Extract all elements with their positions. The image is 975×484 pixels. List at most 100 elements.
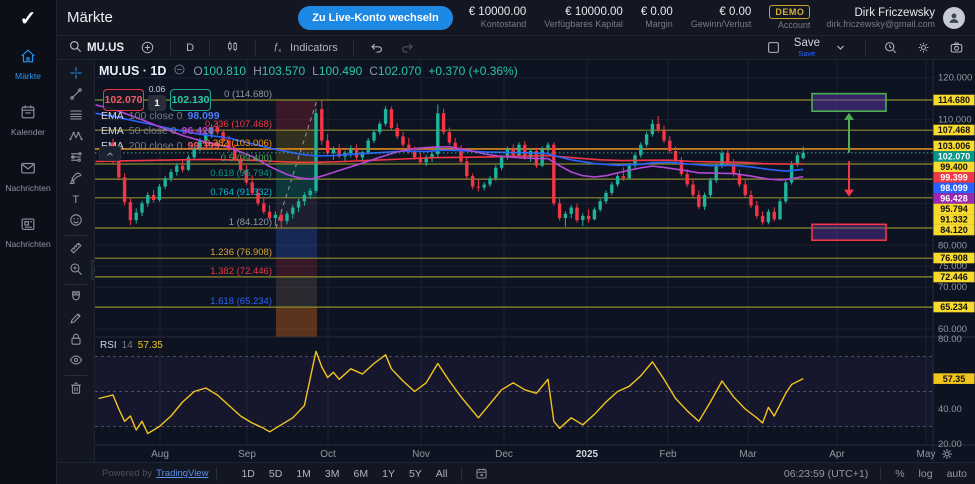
scale-option-percent[interactable]: % (893, 467, 906, 481)
ruler-icon (68, 240, 84, 259)
tradingview-link[interactable]: TradingView (156, 468, 208, 479)
save-label: Save (794, 38, 820, 50)
svg-text:20.00: 20.00 (938, 439, 962, 450)
save-sub-label: Save (798, 50, 815, 58)
range-5y[interactable]: 5Y (403, 466, 428, 482)
sidebar-item-label: Märkte (15, 71, 41, 81)
divider (170, 41, 171, 55)
indicators-button[interactable]: ƒx Indicators (266, 37, 343, 59)
ema-row-100[interactable]: EMA100 close 098.099 (101, 110, 220, 122)
text-icon: T (68, 191, 84, 210)
zoom-in-icon (68, 261, 84, 280)
svg-text:x: x (279, 47, 282, 53)
eye-tool[interactable] (63, 351, 89, 372)
save-button[interactable]: Save Save (794, 38, 820, 58)
svg-text:1.618 (65.234): 1.618 (65.234) (210, 296, 272, 307)
zoom-in-tool[interactable] (63, 260, 89, 281)
sidebar-item-label: Nachrichten (5, 239, 50, 249)
fib-lines-tool[interactable] (63, 106, 89, 127)
sidebar-item-label: Nachrichten (5, 183, 50, 193)
legend-collapse-button[interactable] (99, 146, 121, 161)
top-header: Märkte Zu Live-Konto wechseln € 10000.00… (57, 0, 975, 36)
xabcd-tool[interactable] (63, 127, 89, 148)
svg-text:Oct: Oct (320, 449, 336, 460)
drawing-toolbar: T ‹ (57, 60, 95, 462)
range-all[interactable]: All (430, 466, 454, 482)
smiley-tool[interactable] (63, 211, 89, 232)
brand-logo[interactable]: ✓ (0, 0, 56, 36)
crosshair-tool[interactable] (63, 64, 89, 85)
lot-size[interactable]: 1 (148, 95, 166, 111)
chart-canvas[interactable]: 0 (114.680)0.236 (107.468)0.382 (103.006… (95, 60, 975, 462)
text-tool[interactable]: T (63, 190, 89, 211)
sidebar-item-nachrichten[interactable]: Nachrichten (0, 148, 56, 204)
app-sidebar: ✓ Märkte Kalender Nachrichten Nachrichten (0, 0, 57, 484)
user-name: Dirk Friczewsky (826, 7, 935, 19)
svg-text:Apr: Apr (829, 449, 845, 460)
clock-label[interactable]: 06:23:59 (UTC+1) (784, 468, 868, 480)
scale-option-log[interactable]: log (917, 467, 935, 481)
interval-button[interactable]: D (181, 40, 199, 56)
undo-button[interactable] (364, 38, 389, 57)
sidebar-item-nachrichten-2[interactable]: Nachrichten (0, 204, 56, 260)
divider (865, 41, 866, 55)
svg-text:91.332: 91.332 (940, 215, 968, 225)
range-1m[interactable]: 1M (290, 466, 317, 482)
brush-tool[interactable] (63, 169, 89, 190)
user-email: dirk.friczewsky@gmail.com (826, 19, 935, 29)
range-1y[interactable]: 1Y (376, 466, 401, 482)
divider (65, 235, 87, 236)
range-3m[interactable]: 3M (319, 466, 346, 482)
forecast-icon (68, 149, 84, 168)
ruler-tool[interactable] (63, 239, 89, 260)
range-5d[interactable]: 5D (263, 466, 288, 482)
svg-text:T: T (72, 194, 79, 206)
compare-add-button[interactable] (135, 38, 160, 57)
user-icon (947, 11, 961, 25)
svg-text:1.236 (76.908): 1.236 (76.908) (210, 247, 272, 258)
save-menu-chevron[interactable] (828, 38, 853, 57)
ema-row-50[interactable]: EMA50 close 096.428 (101, 125, 214, 137)
svg-text:95.794: 95.794 (940, 204, 968, 214)
rsi-legend[interactable]: RSI 14 57.35 (100, 340, 163, 351)
avatar[interactable] (943, 7, 965, 29)
range-1d[interactable]: 1D (235, 466, 260, 482)
eye-icon (68, 352, 84, 371)
symbol-search-button[interactable]: MU.US (63, 37, 129, 59)
upside-target-box[interactable] (812, 94, 886, 112)
chart-area[interactable]: 0 (114.680)0.236 (107.468)0.382 (103.006… (95, 60, 975, 462)
pencil-lock-tool[interactable] (63, 309, 89, 330)
svg-text:1.382 (72.446): 1.382 (72.446) (210, 266, 272, 277)
downside-target-box[interactable] (812, 224, 886, 240)
stat-margin: € 0.00Margin (641, 6, 673, 29)
home-icon (19, 47, 37, 68)
sidebar-item-kalender[interactable]: Kalender (0, 92, 56, 148)
forecast-tool[interactable] (63, 148, 89, 169)
chart-type-button[interactable] (220, 37, 245, 59)
svg-text:70.000: 70.000 (938, 282, 967, 293)
redo-button[interactable] (395, 38, 420, 57)
change-label: +0.370 (+0.36%) (428, 64, 517, 78)
trash-tool[interactable] (63, 379, 89, 400)
go-to-date-icon[interactable] (470, 465, 493, 482)
settings-gear-icon[interactable] (911, 38, 936, 57)
collapse-circle-icon[interactable] (173, 63, 186, 79)
range-6m[interactable]: 6M (348, 466, 375, 482)
scale-option-auto[interactable]: auto (945, 467, 969, 481)
sell-button[interactable]: 102.070 (103, 89, 144, 111)
stat-kontostand: € 10000.00Kontostand (469, 6, 527, 29)
indicators-label: Indicators (290, 42, 338, 54)
divider (255, 41, 256, 55)
ema-value: 99.399 (187, 140, 219, 152)
news-icon (19, 215, 37, 236)
buy-button[interactable]: 102.130 (170, 89, 211, 111)
switch-live-account-button[interactable]: Zu Live-Konto wechseln (298, 6, 453, 30)
quick-search-icon[interactable] (878, 38, 903, 57)
svg-text:76.908: 76.908 (940, 253, 968, 263)
lock-tool[interactable] (63, 330, 89, 351)
sidebar-item-märkte[interactable]: Märkte (0, 36, 56, 92)
layout-button[interactable] (761, 38, 786, 57)
snapshot-camera-icon[interactable] (944, 38, 969, 57)
trend-line-tool[interactable] (63, 85, 89, 106)
magnet-tool[interactable] (63, 288, 89, 309)
